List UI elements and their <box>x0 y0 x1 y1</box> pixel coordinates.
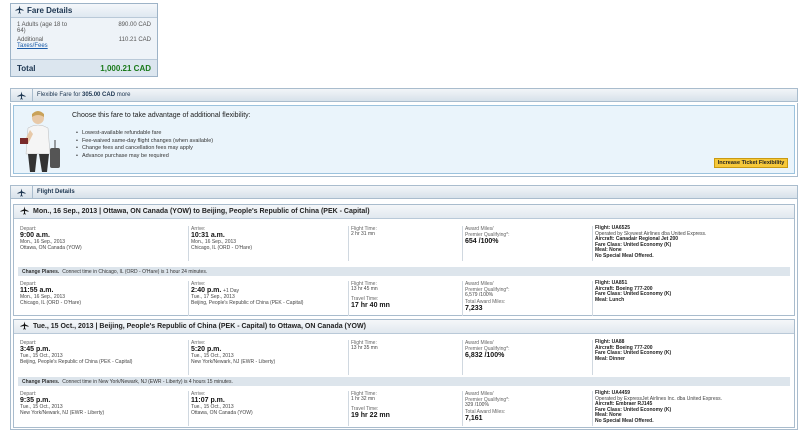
flight-time-cell: Flight Time: 13 hr 45 mn Travel Time: 17… <box>348 281 462 316</box>
award-miles-cell: Award Miles/ Premier Qualifying*: 6,579 … <box>462 281 592 316</box>
increase-flexibility-button[interactable]: Increase Ticket Flexibility <box>714 158 788 168</box>
airplane-icon <box>11 89 33 101</box>
flexible-fare-title: Choose this fare to take advantage of ad… <box>72 112 251 119</box>
flexible-fare-panel: Choose this fare to take advantage of ad… <box>10 103 798 177</box>
leg-header: Mon., 16 Sep., 2013 | Ottawa, ON Canada … <box>14 205 794 219</box>
arrive-place: Ottawa, ON Canada (YOW) <box>191 409 253 416</box>
flexible-fare-bar[interactable]: Flexible Fare for 305.00 CAD more <box>10 88 798 102</box>
airplane-icon <box>20 321 29 332</box>
flight-segment: Depart: 9:35 p.m. Tue., 15 Oct., 2013 Ne… <box>18 388 790 426</box>
depart-cell: Depart: 9:35 p.m. Tue., 15 Oct., 2013 Ne… <box>18 391 188 426</box>
benefit-item: Change fees and cancellation fees may ap… <box>76 145 213 153</box>
change-planes-label: Change Planes. <box>22 268 60 275</box>
additional-amount: 110.21 CAD <box>118 37 151 43</box>
flight-details-bar: Flight Details <box>10 185 798 199</box>
flight-time-cell: Flight Time: 1 hr 32 mn Travel Time: 19 … <box>348 391 462 426</box>
depart-place: Ottawa, ON Canada (YOW) <box>20 244 82 251</box>
meal: Meal: Dinner <box>595 355 626 362</box>
airplane-icon <box>20 206 29 217</box>
total-amount: 1,000.21 CAD <box>100 63 151 73</box>
arrive-place: Beijing, People's Republic of China (PEK… <box>191 299 304 306</box>
adults-amount: 890.00 CAD <box>118 22 151 28</box>
depart-place: Beijing, People's Republic of China (PEK… <box>20 358 133 365</box>
change-planes-row: Change Planes. Connect time in Chicago, … <box>18 267 790 276</box>
flexible-fare-prefix: Flexible Fare for <box>37 92 81 98</box>
depart-cell: Depart: 3:45 p.m. Tue., 15 Oct., 2013 Be… <box>18 340 188 375</box>
fare-details-header: Fare Details <box>11 4 157 18</box>
flight-time-value: 2 hr 31 mn <box>351 231 375 237</box>
flight-time-value: 1 hr 32 mn <box>351 396 375 402</box>
flight-time-value: 13 hr 45 mn <box>351 286 378 292</box>
flexible-fare-text: Flexible Fare for 305.00 CAD more <box>33 92 130 98</box>
award-miles-value: 6,832 /100% <box>465 352 505 359</box>
special-meal: No Special Meal Offered. <box>595 252 654 259</box>
fare-details-panel: Fare Details 1 Adults (age 18 to 890.00 … <box>10 3 158 77</box>
taxes-fees-link[interactable]: Taxes/Fees <box>17 43 48 49</box>
connect-time: Connect time in Chicago, IL (ORD - O'Har… <box>62 268 208 275</box>
leg-title: Tue., 15 Oct., 2013 | Beijing, People's … <box>33 323 366 330</box>
flight-segment: Depart: 9:00 a.m. Mon., 16 Sep., 2013 Ot… <box>18 223 790 261</box>
change-planes-row: Change Planes. Connect time in New York/… <box>18 377 790 386</box>
depart-cell: Depart: 9:00 a.m. Mon., 16 Sep., 2013 Ot… <box>18 226 188 261</box>
flight-details-panel: Mon., 16 Sep., 2013 | Ottawa, ON Canada … <box>10 199 798 430</box>
total-label: Total <box>17 63 36 73</box>
depart-place: Chicago, IL (ORD - O'Hare) <box>20 299 82 306</box>
flight-segment: Depart: 11:55 a.m. Mon., 16 Sep., 2013 C… <box>18 278 790 316</box>
special-meal: No Special Meal Offered. <box>595 417 654 424</box>
flight-segment: Depart: 3:45 p.m. Tue., 15 Oct., 2013 Be… <box>18 337 790 375</box>
award-miles-cell: Award Miles/ Premier Qualifying*: 6,832 … <box>462 340 592 375</box>
flexible-fare-more: more <box>116 92 131 98</box>
outbound-leg: Mon., 16 Sep., 2013 | Ottawa, ON Canada … <box>13 204 795 316</box>
depart-cell: Depart: 11:55 a.m. Mon., 16 Sep., 2013 C… <box>18 281 188 316</box>
total-award-miles-value: 7,233 <box>465 304 483 312</box>
flight-details-title: Flight Details <box>33 189 75 195</box>
depart-place: New York/Newark, NJ (EWR - Liberty) <box>20 409 105 416</box>
leg-title: Mon., 16 Sep., 2013 | Ottawa, ON Canada … <box>33 208 370 215</box>
award-miles-cell: Award Miles/ Premier Qualifying*: 654 /1… <box>462 226 592 261</box>
adults-label-cont: 64) <box>17 28 26 34</box>
travel-time-value: 19 hr 22 mn <box>351 411 390 419</box>
award-miles-cell: Award Miles/ Premier Qualifying*: 329 /1… <box>462 391 592 426</box>
flight-details-title-text: Flight Details <box>37 189 75 195</box>
flight-time-cell: Flight Time: 2 hr 31 mn <box>348 226 462 261</box>
flight-info-cell: Flight: UA851 Aircraft: Boeing 777-200 F… <box>592 280 792 316</box>
benefit-item: Advance purchase may be required <box>76 153 213 161</box>
fare-total-row: Total 1,000.21 CAD <box>11 59 157 76</box>
flexible-fare-inner: Choose this fare to take advantage of ad… <box>13 105 795 174</box>
airplane-icon <box>11 186 33 198</box>
flexible-fare-amount: 305.00 CAD <box>82 92 116 98</box>
leg-header: Tue., 15 Oct., 2013 | Beijing, People's … <box>14 320 794 334</box>
arrive-cell: Arrive: 2:40 p.m. +1 Day Tue., 17 Sep., … <box>188 281 348 316</box>
airplane-icon <box>15 5 24 16</box>
flight-time-cell: Flight Time: 13 hr 35 mn <box>348 340 462 375</box>
benefit-item: Lowest-available refundable fare <box>76 130 213 138</box>
arrive-cell: Arrive: 11:07 p.m. Tue., 15 Oct., 2013 O… <box>188 391 348 426</box>
adults-label-row-2: 64) <box>11 28 157 34</box>
arrive-cell: Arrive: 10:31 a.m. Mon., 16 Sep., 2013 C… <box>188 226 348 261</box>
connect-time: Connect time in New York/Newark, NJ (EWR… <box>62 378 233 385</box>
fare-details-title: Fare Details <box>27 6 73 15</box>
arrive-cell: Arrive: 5:20 p.m. Tue., 15 Oct., 2013 Ne… <box>188 340 348 375</box>
benefit-item: Fee-waived same-day flight changes (when… <box>76 138 213 146</box>
traveler-image <box>20 111 60 172</box>
taxes-row: Taxes/Fees <box>11 43 157 49</box>
total-award-miles-value: 7,161 <box>465 414 483 422</box>
flight-info-cell: Flight: UA4459 Operated by ExpressJet Ai… <box>592 390 792 426</box>
arrive-place: Chicago, IL (ORD - O'Hare) <box>191 244 253 251</box>
return-leg: Tue., 15 Oct., 2013 | Beijing, People's … <box>13 319 795 428</box>
flight-time-value: 13 hr 35 mn <box>351 345 378 351</box>
arrive-place: New York/Newark, NJ (EWR - Liberty) <box>191 358 276 365</box>
flexible-fare-benefits: Lowest-available refundable fare Fee-wai… <box>76 130 213 160</box>
flight-info-cell: Flight: UA88 Aircraft: Boeing 777-200 Fa… <box>592 339 792 375</box>
award-miles-value: 654 /100% <box>465 238 499 245</box>
flight-info-cell: Flight: UA6525 Operated by Skywest Airli… <box>592 225 792 261</box>
travel-time-value: 17 hr 40 mn <box>351 301 390 309</box>
change-planes-label: Change Planes. <box>22 378 60 385</box>
arrive-time: 2:40 p.m. <box>191 287 222 294</box>
meal: Meal: Lunch <box>595 296 625 303</box>
